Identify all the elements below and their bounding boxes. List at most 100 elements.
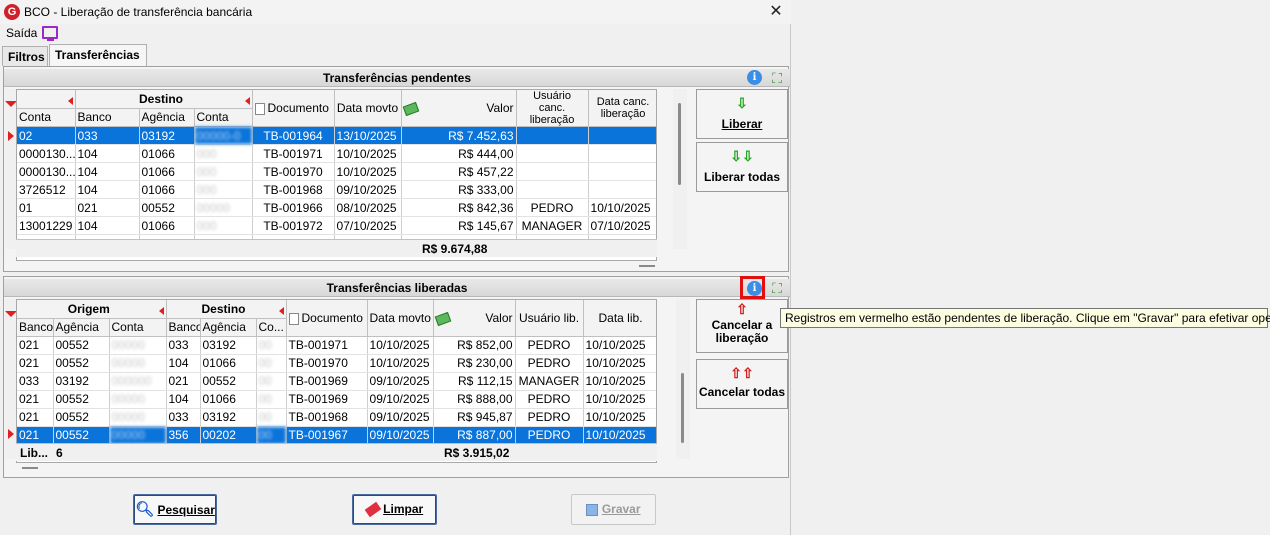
expand-icon[interactable]: ⛶	[769, 70, 785, 86]
cell-data_lib: 10/10/2025	[583, 408, 656, 427]
cell-valor: R$ 852,00	[433, 336, 516, 355]
pendentes-scrollbar[interactable]	[673, 89, 687, 249]
tab-filtros[interactable]: Filtros	[2, 46, 48, 66]
cell-usuario: PEDRO	[515, 390, 584, 409]
sort-arrow-icon[interactable]	[67, 97, 73, 106]
info-icon[interactable]: i	[747, 70, 762, 85]
hscroll-thumb[interactable]	[22, 467, 38, 469]
cell-banco: 021	[75, 198, 140, 217]
menu-saida[interactable]: Saída	[6, 26, 37, 40]
col-agencia[interactable]: Agência	[53, 318, 110, 337]
col-usuario-canc[interactable]: Usuário canc. liberação	[516, 90, 589, 127]
liberadas-grid[interactable]: Origem Destino Documento Data movto Valo…	[16, 299, 657, 463]
menu-bar: Saída	[0, 24, 791, 42]
col-banco-destino[interactable]: Banco	[166, 318, 201, 337]
col-conta-destino[interactable]: Co...	[256, 318, 287, 337]
liberadas-scrollbar[interactable]	[676, 299, 690, 459]
pendentes-title: Transferências pendentes	[4, 69, 790, 87]
cancelar-liberacao-button[interactable]: ⇧ Cancelar a liberação	[696, 299, 788, 353]
cell-banco2: 021	[166, 372, 201, 391]
cell-conta2: 00000-0	[194, 126, 253, 145]
cell-conta2: 000	[194, 180, 253, 199]
col-data-lib[interactable]: Data lib.	[583, 300, 656, 337]
col-agencia[interactable]: Agência	[139, 108, 195, 128]
close-icon[interactable]: ✕	[766, 1, 786, 23]
col-conta-destino[interactable]: Conta	[194, 108, 253, 128]
cell-valor: R$ 444,00	[401, 144, 517, 163]
table-row[interactable]: 033 03192 000000 021 00552 00 TB-001969 09/10/2…	[17, 372, 656, 391]
cell-data_canc: 10/10/2025	[588, 198, 656, 217]
table-row[interactable]: 3726512 104 01066 000 TB-001968 09/10/2025 R$ …	[17, 180, 656, 199]
cell-data_canc	[588, 180, 656, 199]
cell-conta: 0000130...	[17, 144, 76, 163]
col-data-canc[interactable]: Data canc. liberação	[588, 90, 656, 127]
gravar-button[interactable]: Gravar	[571, 494, 656, 525]
sort-arrow-icon[interactable]	[244, 96, 250, 105]
table-row[interactable]: 02 033 03192 00000-0 TB-001964 13/10/2025 R$ 7…	[17, 126, 656, 145]
col-data-movto[interactable]: Data movto	[367, 300, 434, 337]
tab-transferencias[interactable]: Transferências	[49, 44, 147, 66]
cell-valor: R$ 112,15	[433, 372, 516, 391]
cell-banco: 104	[75, 144, 140, 163]
pendentes-total-row: R$ 9.674,88	[16, 239, 657, 257]
cell-conta: 02	[17, 126, 76, 145]
cell-data_canc	[588, 162, 656, 181]
table-row[interactable]: 0000130... 104 01066 000 TB-001970 10/10/2025…	[17, 162, 656, 181]
scroll-thumb[interactable]	[681, 373, 684, 443]
table-row[interactable]: 01 021 00552 00000 TB-001966 08/10/2025 R$ 842…	[17, 198, 656, 217]
col-usuario-lib[interactable]: Usuário lib.	[515, 300, 584, 337]
table-row[interactable]: 021 00552 00000 033 03192 00 TB-001971 10/10/20…	[17, 336, 656, 355]
col-documento[interactable]: Documento	[252, 90, 335, 127]
pendentes-group-header: Destino Documento Data movto Valor Usuár…	[17, 90, 656, 127]
col-conta[interactable]: Conta	[17, 108, 76, 128]
sort-arrow-icon[interactable]	[158, 306, 164, 315]
col-banco[interactable]: Banco	[17, 318, 54, 337]
cell-agencia: 03192	[139, 126, 195, 145]
table-row[interactable]: 021 00552 00000 356 00202 00 TB-001967 09/10/20…	[17, 426, 656, 445]
hscroll-thumb[interactable]	[639, 265, 655, 267]
col-documento[interactable]: Documento	[286, 300, 368, 337]
scroll-thumb[interactable]	[678, 103, 681, 185]
cell-agencia: 00552	[53, 408, 110, 427]
cell-conta2: 00	[256, 426, 287, 445]
sort-arrow-icon[interactable]	[278, 306, 284, 315]
col-valor[interactable]: Valor	[401, 90, 517, 127]
window-title: BCO - Liberação de transferência bancári…	[24, 5, 253, 19]
table-row[interactable]: 021 00552 00000 033 03192 00 TB-001968 09/10/20…	[17, 408, 656, 427]
table-row[interactable]: 021 00552 00000 104 01066 00 TB-001970 10/10/20…	[17, 354, 656, 373]
cell-conta: 13001229	[17, 216, 76, 235]
pendentes-grid[interactable]: Destino Documento Data movto Valor Usuár…	[16, 89, 657, 261]
cell-valor: R$ 887,00	[433, 426, 516, 445]
cell-banco: 021	[17, 354, 54, 373]
col-agencia-destino[interactable]: Agência	[200, 318, 257, 337]
cell-data_canc	[588, 144, 656, 163]
liberar-todas-button[interactable]: ⇩⇩ Liberar todas	[696, 142, 788, 192]
cell-valor: R$ 333,00	[401, 180, 517, 199]
cell-banco: 021	[17, 408, 54, 427]
expand-icon[interactable]: ⛶	[769, 280, 785, 296]
liberar-button[interactable]: ⇩ Liberar	[696, 89, 788, 139]
current-row-icon	[8, 429, 14, 439]
cell-usuario: PEDRO	[515, 426, 584, 445]
col-conta[interactable]: Conta	[109, 318, 167, 337]
cell-data_canc: 07/10/2025	[588, 216, 656, 235]
col-valor[interactable]: Valor	[433, 300, 516, 337]
table-row[interactable]: 13001229 104 01066 000 TB-001972 07/10/2025 R$…	[17, 216, 656, 235]
table-row[interactable]: 021 00552 00000 104 01066 00 TB-001969 09/10/20…	[17, 390, 656, 409]
table-row[interactable]: 0000130... 104 01066 000 TB-001971 10/10/2025…	[17, 144, 656, 163]
limpar-button[interactable]: Limpar	[352, 494, 437, 525]
cell-agencia2: 03192	[200, 336, 257, 355]
save-icon	[586, 503, 599, 516]
arrow-up-icon: ⇧	[736, 301, 748, 317]
cell-conta2: 00	[256, 390, 287, 409]
cancelar-todas-button[interactable]: ⇧⇧ Cancelar todas	[696, 359, 788, 409]
monitor-icon[interactable]	[42, 26, 58, 41]
double-arrow-up-icon: ⇧⇧	[730, 365, 754, 381]
pesquisar-button[interactable]: 🔍︎ Pesquisar	[133, 494, 217, 525]
document-icon	[288, 312, 299, 325]
cell-data: 09/10/2025	[334, 180, 402, 199]
cell-banco: 104	[75, 180, 140, 199]
cell-documento: TB-001964	[252, 126, 335, 145]
col-banco[interactable]: Banco	[75, 108, 140, 128]
col-data-movto[interactable]: Data movto	[334, 90, 402, 127]
